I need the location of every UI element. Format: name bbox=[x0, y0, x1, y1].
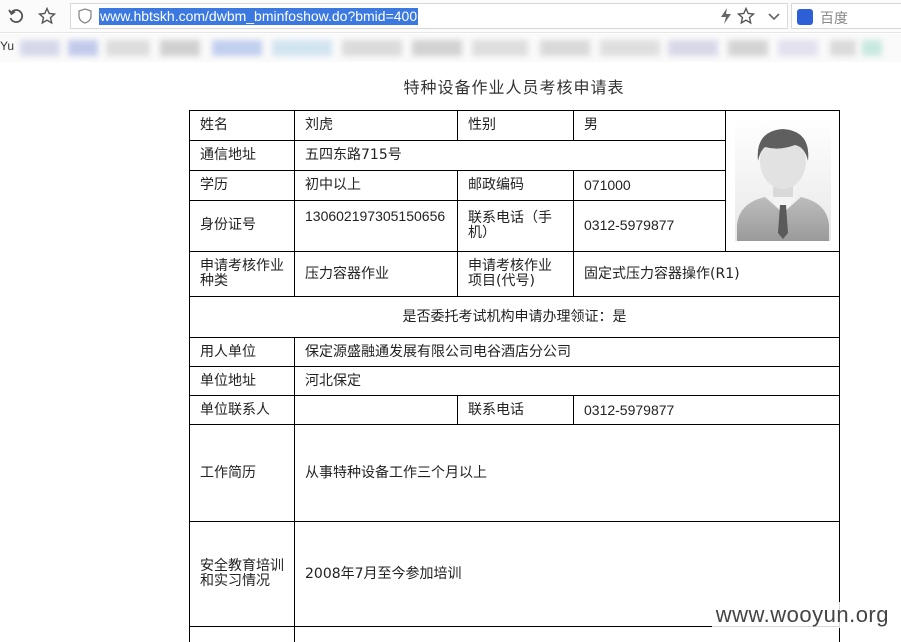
contact-label: 单位联系人 bbox=[189, 395, 295, 425]
blurred-bookmark[interactable] bbox=[778, 40, 818, 56]
lightning-icon[interactable] bbox=[719, 8, 733, 24]
empty-cell bbox=[294, 626, 840, 642]
table-row: 申请考核作业种类 压力容器作业 申请考核作业项目(代号) 固定式压力容器操作(R… bbox=[189, 251, 840, 297]
table-row: 单位地址 河北保定 bbox=[189, 366, 840, 396]
blurred-bookmark[interactable] bbox=[106, 40, 150, 56]
employer-label: 用人单位 bbox=[189, 337, 295, 367]
phone-value: 0312-5979877 bbox=[573, 199, 726, 253]
blurred-bookmark[interactable] bbox=[668, 40, 718, 56]
search-engine-label: 百度 bbox=[820, 11, 848, 27]
training-label: 安全教育培训和实习情况 bbox=[189, 521, 295, 627]
table-row: 用人单位 保定源盛融通发展有限公司电谷酒店分公司 bbox=[189, 337, 840, 367]
blurred-bookmark[interactable] bbox=[830, 40, 856, 56]
postcode-value: 071000 bbox=[573, 169, 726, 201]
photo-cell bbox=[725, 110, 840, 252]
item-label: 申请考核作业项目(代号) bbox=[457, 251, 574, 297]
contact-phone-label: 联系电话 bbox=[457, 395, 574, 425]
phone-label: 联系电话（手机） bbox=[457, 199, 574, 253]
category-label: 申请考核作业种类 bbox=[189, 251, 295, 297]
table-row: 是否委托考试机构申请办理领证：是 bbox=[189, 296, 840, 338]
blurred-bookmark[interactable] bbox=[272, 40, 332, 56]
blurred-bookmark[interactable] bbox=[862, 40, 882, 56]
avatar bbox=[734, 117, 831, 241]
baidu-paw-icon bbox=[797, 9, 813, 25]
bookmarks-bar: Yu bbox=[0, 34, 901, 62]
shield-icon bbox=[78, 8, 92, 24]
watermark: www.wooyun.org bbox=[711, 602, 893, 628]
name-label: 姓名 bbox=[189, 110, 295, 141]
contact-phone-value: 0312-5979877 bbox=[573, 395, 840, 425]
reload-icon[interactable] bbox=[6, 6, 26, 26]
favorite-star-icon[interactable] bbox=[737, 7, 755, 25]
blurred-bookmark[interactable] bbox=[600, 40, 660, 56]
blurred-bookmark[interactable] bbox=[20, 40, 60, 56]
address-label: 通信地址 bbox=[189, 139, 295, 171]
employer-value: 保定源盛融通发展有限公司电谷酒店分公司 bbox=[294, 337, 840, 367]
work-history-label: 工作简历 bbox=[189, 424, 295, 522]
page-title: 特种设备作业人员考核申请表 bbox=[403, 78, 625, 97]
postcode-label: 邮政编码 bbox=[457, 169, 574, 201]
table-row bbox=[189, 626, 840, 642]
blurred-bookmark[interactable] bbox=[160, 40, 200, 56]
contact-value bbox=[294, 395, 458, 425]
blurred-bookmark[interactable] bbox=[728, 40, 768, 56]
item-value: 固定式压力容器操作(R1) bbox=[573, 251, 840, 297]
employer-address-value: 河北保定 bbox=[294, 366, 840, 396]
browser-toolbar: www.hbtskh.com/dwbm_bminfoshow.do?bmid=4… bbox=[0, 0, 901, 33]
blurred-bookmark[interactable] bbox=[412, 40, 462, 56]
chevron-down-icon[interactable] bbox=[765, 7, 783, 25]
work-history-value: 从事特种设备工作三个月以上 bbox=[294, 424, 840, 522]
employer-address-label: 单位地址 bbox=[189, 366, 295, 396]
gender-value: 男 bbox=[573, 110, 726, 141]
category-value: 压力容器作业 bbox=[294, 251, 458, 297]
bookmark-item[interactable]: Yu bbox=[0, 39, 14, 53]
table-row: 工作简历 从事特种设备工作三个月以上 bbox=[189, 424, 840, 522]
blurred-bookmark[interactable] bbox=[212, 40, 262, 56]
name-value: 刘虎 bbox=[294, 110, 458, 141]
blurred-bookmark[interactable] bbox=[342, 40, 402, 56]
empty-cell bbox=[189, 626, 295, 642]
blurred-bookmark[interactable] bbox=[540, 40, 590, 56]
address-value: 五四东路715号 bbox=[294, 139, 726, 171]
table-row: 单位联系人 联系电话 0312-5979877 bbox=[189, 395, 840, 425]
id-label: 身份证号 bbox=[189, 199, 295, 253]
gender-label: 性别 bbox=[457, 110, 574, 141]
education-value: 初中以上 bbox=[294, 169, 458, 201]
education-label: 学历 bbox=[189, 169, 295, 201]
blurred-bookmark[interactable] bbox=[472, 40, 528, 56]
address-bar[interactable]: www.hbtskh.com/dwbm_bminfoshow.do?bmid=4… bbox=[70, 3, 788, 29]
table-row: 姓名 刘虎 性别 男 bbox=[189, 110, 840, 252]
bookmark-star-icon[interactable] bbox=[37, 6, 57, 26]
application-form-table: 姓名 刘虎 性别 男 通信地址 五四东路715号 学历 初中以上 邮政编码 07… bbox=[189, 110, 840, 642]
search-box[interactable]: 百度 bbox=[791, 3, 901, 29]
url-text[interactable]: www.hbtskh.com/dwbm_bminfoshow.do?bmid=4… bbox=[99, 8, 419, 25]
blurred-bookmark[interactable] bbox=[68, 40, 98, 56]
id-value: 130602197305150656 bbox=[294, 199, 458, 253]
delegate-row: 是否委托考试机构申请办理领证：是 bbox=[189, 296, 840, 338]
